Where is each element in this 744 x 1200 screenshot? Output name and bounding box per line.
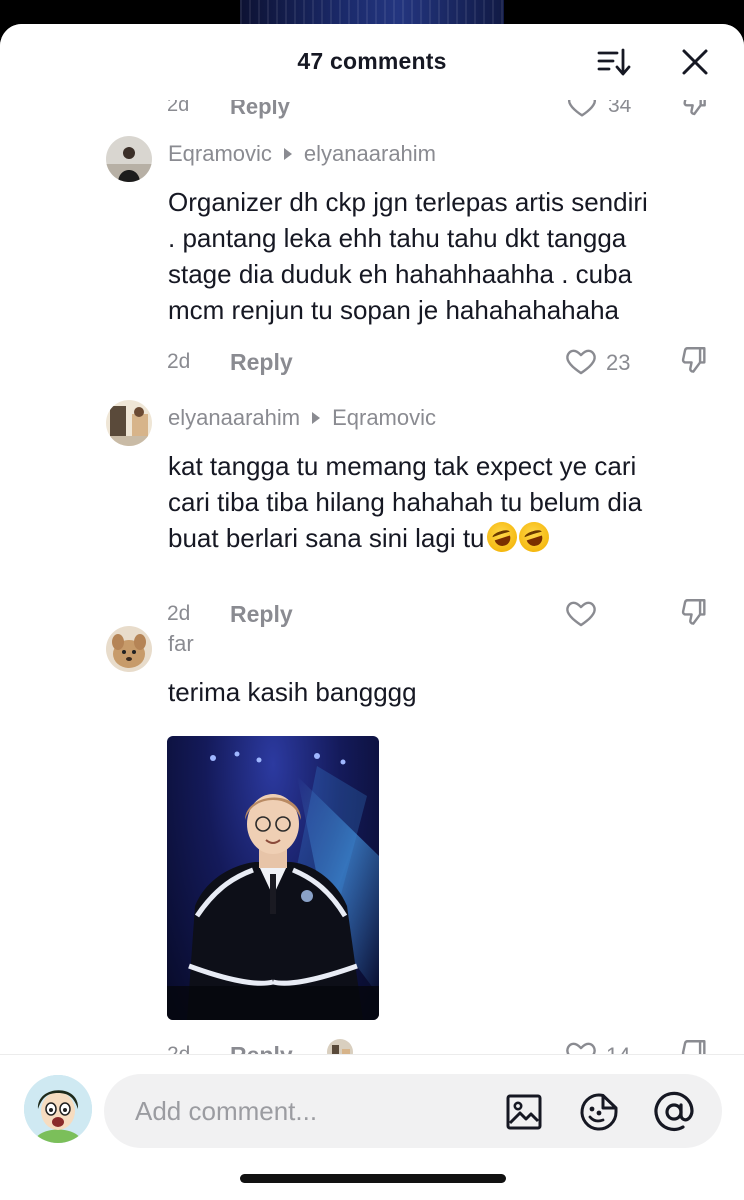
rolling-on-floor-laughing-emoji-icon (514, 518, 553, 556)
comment-text: kat tangga tu memang tak expect ye cari … (168, 448, 728, 556)
rolling-on-floor-laughing-emoji-icon (482, 518, 521, 556)
current-user-avatar[interactable] (24, 1075, 92, 1143)
emoji-icon[interactable] (578, 1091, 620, 1133)
comment-photo[interactable] (167, 736, 379, 1020)
sort-icon[interactable] (593, 42, 633, 82)
comment-username[interactable]: Eqramovic (168, 141, 272, 167)
comment-meta: elyanaarahim Eqramovic (168, 405, 436, 431)
avatar[interactable] (106, 400, 152, 446)
reply-button[interactable]: Reply (230, 349, 293, 376)
comment-text-line: stage dia duduk eh hahahhaahha . cuba (168, 259, 633, 289)
comment-meta: far (168, 631, 194, 657)
thumbs-down-icon[interactable] (676, 1037, 712, 1054)
home-indicator (240, 1174, 506, 1183)
comment-text-line: mcm renjun tu sopan je hahahahahaha (168, 295, 619, 325)
comment-actions: 2d Reply 14 (0, 1035, 744, 1054)
comment-text-segment: buat berlari sana sini lagi tu (168, 523, 485, 553)
image-icon[interactable] (503, 1091, 545, 1133)
comment-text: terima kasih bangggg (168, 674, 728, 710)
comment-username[interactable]: far (168, 631, 194, 657)
comment-meta: Eqramovic elyanaarahim (168, 141, 436, 167)
reply-button[interactable]: Reply (230, 601, 293, 628)
like-count: 14 (606, 1043, 630, 1054)
reply-button[interactable]: Reply (230, 1042, 293, 1054)
comment-text-line: buat berlari sana sini lagi tu (168, 518, 728, 556)
comment-time: 2d (167, 1043, 190, 1054)
comment-text-line: . pantang leka ehh tahu tahu dkt tangga (168, 223, 627, 253)
comment-actions: 2d Reply 23 (0, 342, 744, 382)
heart-outline-icon[interactable] (564, 1037, 600, 1054)
comment-text-line: terima kasih bangggg (168, 677, 417, 707)
sheet-header: 47 comments (0, 24, 744, 100)
comment-actions: 2d Reply (0, 594, 744, 634)
comment-time: 2d (167, 350, 191, 373)
avatar[interactable] (106, 626, 152, 672)
close-icon[interactable] (675, 42, 715, 82)
comment-time: 2d (167, 602, 191, 625)
like-count: 23 (606, 350, 631, 375)
avatar[interactable] (106, 136, 152, 182)
heart-outline-icon[interactable] (564, 596, 600, 632)
comment-username[interactable]: elyanaarahim (168, 405, 300, 431)
comment-text-line: Organizer dh ckp jgn terlepas artis send… (168, 187, 648, 217)
reply-to-username[interactable]: elyanaarahim (304, 141, 436, 167)
creator-liked-badge (326, 1037, 360, 1054)
comment-list[interactable]: 2d Reply 34 Eqramovic elyanaarahim Organ… (0, 24, 744, 1054)
comment-text-line: kat tangga tu memang tak expect ye cari (168, 451, 637, 481)
comment-text: Organizer dh ckp jgn terlepas artis send… (168, 184, 728, 328)
video-background-peek (240, 0, 504, 24)
thumbs-down-icon[interactable] (676, 344, 712, 380)
comment-input[interactable] (104, 1074, 722, 1148)
reply-arrow-icon (283, 148, 292, 160)
heart-outline-icon[interactable] (564, 344, 600, 380)
thumbs-down-icon[interactable] (676, 596, 712, 632)
at-icon[interactable] (653, 1091, 695, 1133)
comment-text-line: cari tiba tiba hilang hahahah tu belum d… (168, 487, 643, 517)
reply-to-username[interactable]: Eqramovic (332, 405, 436, 431)
comments-sheet: 2d Reply 34 Eqramovic elyanaarahim Organ… (0, 24, 744, 1200)
reply-arrow-icon (312, 412, 321, 424)
